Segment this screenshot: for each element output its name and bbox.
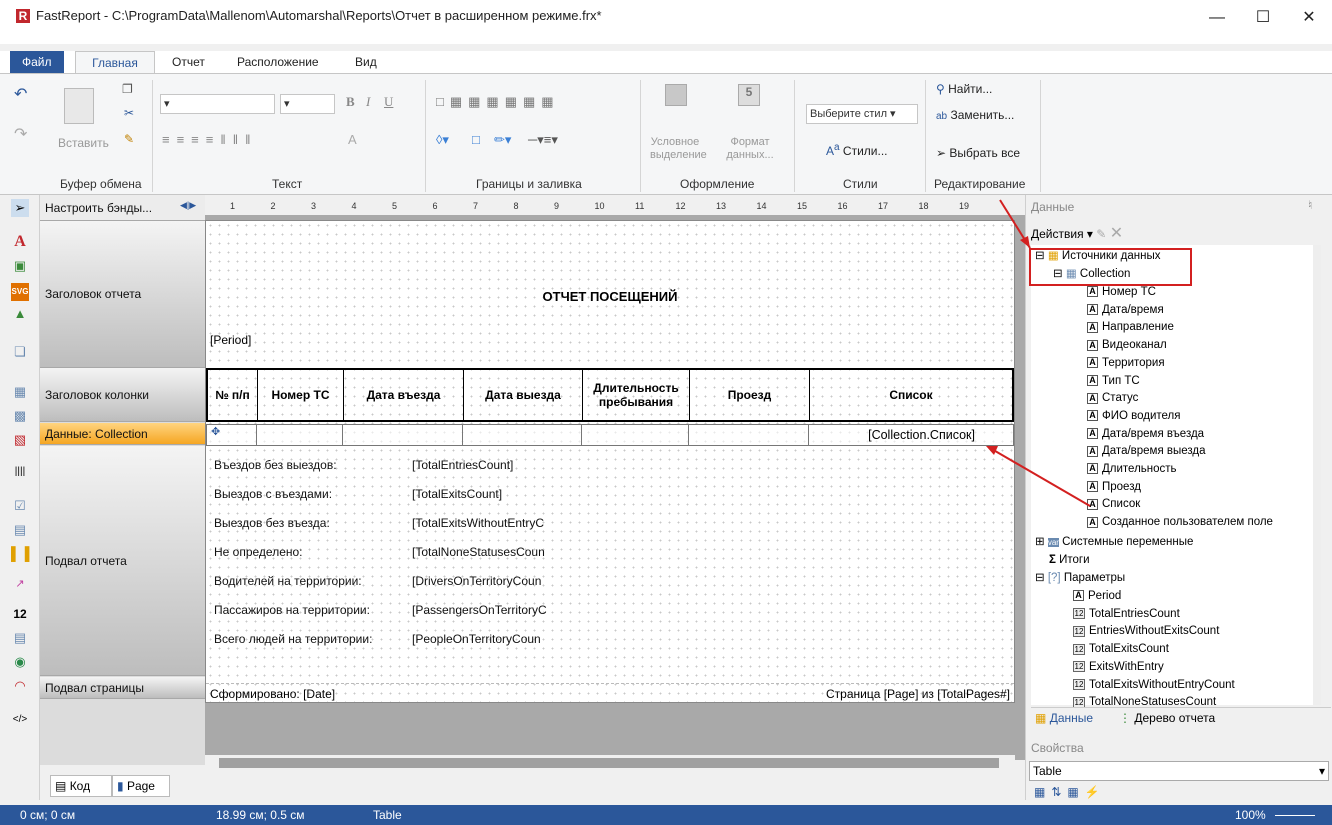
- annotation-arrow: [989, 447, 1091, 507]
- annotation-overlay: [986, 199, 1192, 507]
- status-position: 0 см; 0 см: [20, 808, 76, 822]
- status-object: Table: [373, 808, 402, 822]
- annotation-box: [1029, 248, 1192, 286]
- status-size: 18.99 см; 0.5 см: [216, 808, 305, 822]
- zoom-level: 100%: [1235, 808, 1266, 822]
- zoom-slider[interactable]: [1275, 815, 1315, 816]
- status-bar: 0 см; 0 см 18.99 см; 0.5 см Table 100%: [0, 805, 1332, 825]
- arrowhead: [1020, 236, 1030, 248]
